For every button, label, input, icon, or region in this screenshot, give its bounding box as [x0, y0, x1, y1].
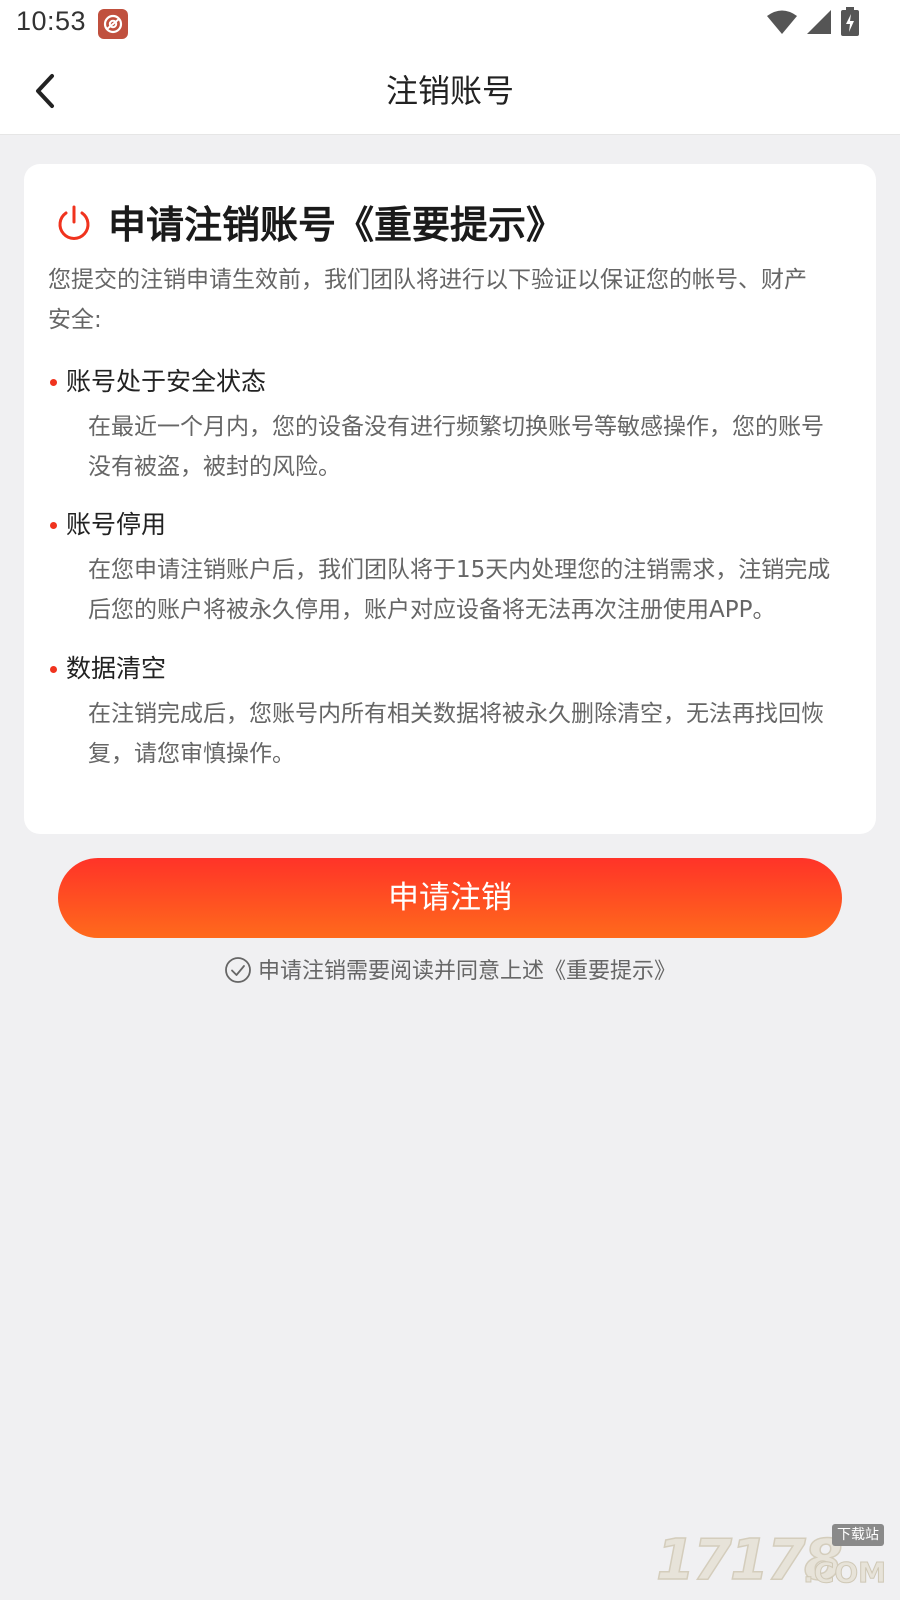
notice-card: 申请注销账号《重要提示》 您提交的注销申请生效前，我们团队将进行以下验证以保证您…: [24, 164, 876, 834]
status-icons: [766, 7, 860, 41]
battery-charging-icon: [840, 7, 860, 41]
card-header: 申请注销账号《重要提示》: [56, 202, 564, 248]
notice-item-account-disable: 账号停用 在您申请注销账户后，我们团队将于15天内处理您的注销需求，注销完成 后…: [48, 505, 868, 630]
wifi-icon: [766, 9, 798, 39]
cellular-signal-icon: [806, 9, 832, 39]
notice-item-title: 账号停用: [66, 510, 167, 539]
notice-item-safe-state: 账号处于安全状态 在最近一个月内，您的设备没有进行频繁切换账号等敏感操作，您的账…: [48, 362, 868, 487]
site-watermark-logo: 17178 下载站 .COM: [655, 1524, 887, 1592]
power-icon: [56, 204, 92, 246]
app-notification-icon: [98, 9, 128, 39]
check-circle-icon[interactable]: [224, 956, 252, 988]
status-bar: 10:53: [0, 0, 900, 48]
notice-item-desc: 在您申请注销账户后，我们团队将于15天内处理您的注销需求，注销完成 后您的账户将…: [88, 550, 878, 630]
notice-item-desc-line: 在注销完成后，您账号内所有相关数据将被永久删除清空，无法再找回恢: [88, 701, 824, 727]
notice-item-title: 账号处于安全状态: [66, 367, 267, 396]
notice-item-desc-line: 在最近一个月内，您的设备没有进行频繁切换账号等敏感操作，您的账号: [88, 414, 824, 440]
notice-item-desc: 在注销完成后，您账号内所有相关数据将被永久删除清空，无法再找回恢 复，请您审慎操…: [88, 694, 878, 774]
agreement-checkbox-row[interactable]: 申请注销需要阅读并同意上述《重要提示》: [0, 955, 900, 989]
notice-item-desc-line: 在您申请注销账户后，我们团队将于15天内处理您的注销需求，注销完成: [88, 557, 831, 583]
page-title: 注销账号: [385, 72, 514, 110]
watermark-com: .COM: [803, 1556, 887, 1589]
notice-item-desc: 在最近一个月内，您的设备没有进行频繁切换账号等敏感操作，您的账号 没有被盗，被封…: [88, 407, 878, 487]
agreement-text: 申请注销需要阅读并同意上述《重要提示》: [257, 959, 676, 984]
notice-item-desc-line: 后您的账户将被永久停用，账户对应设备将无法再次注册使用APP。: [88, 597, 776, 623]
bullet-dot: [50, 521, 57, 529]
notice-item-title: 数据清空: [66, 654, 167, 683]
notice-item-desc-line: 复，请您审慎操作。: [88, 741, 295, 767]
status-time: 10:53: [16, 6, 87, 36]
nav-bar: 注销账号: [0, 48, 900, 135]
card-intro-line: 您提交的注销申请生效前，我们团队将进行以下验证以保证您的帐号、财产: [48, 267, 807, 293]
apply-cancel-account-button[interactable]: 申请注销: [58, 858, 842, 938]
card-intro-line: 安全:: [48, 307, 102, 333]
card-title: 申请注销账号《重要提示》: [108, 203, 565, 247]
watermark-tag: 下载站: [832, 1524, 884, 1546]
bullet-dot: [50, 378, 57, 386]
card-intro: 您提交的注销申请生效前，我们团队将进行以下验证以保证您的帐号、财产 安全:: [48, 260, 868, 340]
notice-item-data-clear: 数据清空 在注销完成后，您账号内所有相关数据将被永久删除清空，无法再找回恢 复，…: [48, 649, 868, 774]
bullet-dot: [50, 665, 57, 673]
notice-item-desc-line: 没有被盗，被封的风险。: [88, 454, 341, 480]
